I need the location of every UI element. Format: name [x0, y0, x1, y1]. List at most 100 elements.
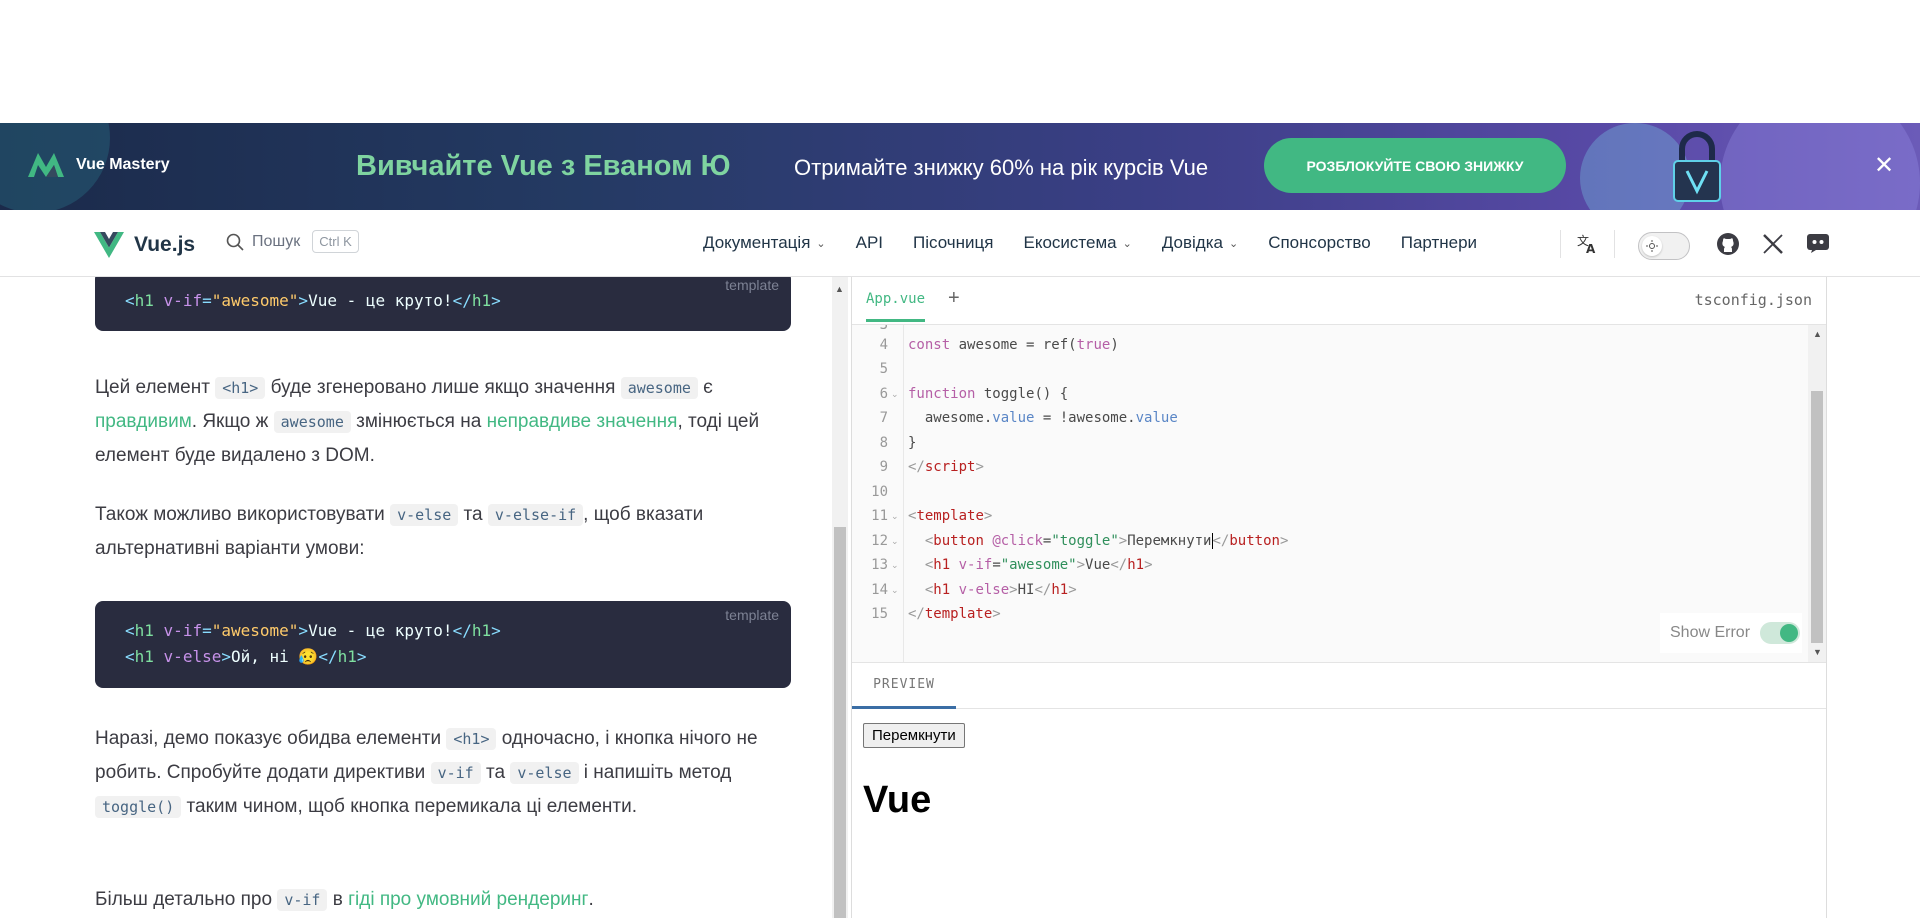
- code-line: <h1 v-if="awesome">Vue</h1>: [924, 557, 1153, 573]
- add-file-button[interactable]: +: [948, 287, 960, 310]
- conditional-rendering-guide-link[interactable]: гіді про умовний рендеринг: [348, 889, 588, 910]
- github-icon[interactable]: [1716, 232, 1740, 261]
- inline-code: awesome: [273, 411, 351, 433]
- truthy-link[interactable]: правдивим: [95, 411, 192, 432]
- nav-item-docs[interactable]: Документація ⌄: [703, 233, 826, 253]
- line-number: 11: [871, 508, 888, 524]
- show-error-label: Show Error: [1670, 624, 1751, 641]
- code-line: awesome.value = !awesome.value: [908, 410, 1178, 426]
- nav-item-sponsor[interactable]: Спонсорство: [1268, 233, 1371, 253]
- chevron-down-icon: ⌄: [1122, 237, 1132, 250]
- line-gutter: 3 4 5 6 ⌄ 7 8 9 10 11 ⌄ 12 ⌄ 13 ⌄ 14 ⌄ 1…: [852, 325, 904, 662]
- nav-divider: [1614, 230, 1615, 258]
- nav-item-label: Довідка: [1161, 233, 1223, 252]
- preview-heading: Vue: [863, 779, 932, 821]
- show-error-control: Show Error: [1660, 613, 1802, 653]
- scroll-up-icon[interactable]: ▲: [1813, 329, 1822, 339]
- line-number: 6: [879, 386, 888, 402]
- scrollbar-thumb[interactable]: [834, 527, 846, 918]
- file-tabs: App.vue + tsconfig.json: [852, 277, 1826, 325]
- code-line: <h1 v-else>HI</h1>: [924, 582, 1077, 598]
- sun-icon: [1642, 236, 1662, 256]
- editor-scrollbar[interactable]: ▲ ▼: [1808, 325, 1826, 662]
- tab-tsconfig[interactable]: tsconfig.json: [1695, 291, 1812, 309]
- line-number: 15: [871, 606, 888, 622]
- code-line: <h1 v-else>Ой, ні 😥</h1>: [125, 647, 367, 666]
- nav-item-ecosystem[interactable]: Екосистема ⌄: [1023, 233, 1131, 253]
- inline-code: v-else-if: [487, 504, 584, 526]
- nav-item-about[interactable]: Довідка ⌄: [1162, 233, 1238, 253]
- code-lang-label: template: [725, 607, 779, 623]
- top-navigation: Vue.js Пошук Ctrl K Документація ⌄ API П…: [0, 210, 1920, 277]
- vue-mastery-logo[interactable]: Vue Mastery: [28, 151, 170, 179]
- toggle-knob: [1780, 624, 1799, 642]
- inline-code: v-if: [430, 762, 481, 784]
- line-number: 13: [871, 557, 888, 573]
- unlock-discount-button[interactable]: РОЗБЛОКУЙТЕ СВОЮ ЗНИЖКУ: [1264, 138, 1566, 193]
- code-editor[interactable]: 3 4 5 6 ⌄ 7 8 9 10 11 ⌄ 12 ⌄ 13 ⌄ 14 ⌄ 1…: [852, 325, 1826, 662]
- line-number: 5: [879, 361, 888, 377]
- line-number: 7: [879, 410, 888, 426]
- line-number: 10: [871, 484, 888, 500]
- preview-toggle-button[interactable]: Перемкнути: [863, 723, 965, 748]
- search-button[interactable]: Пошук Ctrl K: [226, 230, 359, 253]
- inline-code: <h1>: [446, 728, 497, 750]
- chevron-down-icon: ⌄: [816, 237, 826, 250]
- nav-item-partners[interactable]: Партнери: [1401, 233, 1477, 253]
- inline-code: toggle(): [95, 796, 182, 818]
- fold-icon[interactable]: ⌄: [891, 560, 899, 571]
- brand-name: Vue.js: [134, 233, 196, 256]
- nav-menu: Документація ⌄ API Пісочниця Екосистема …: [703, 232, 1507, 254]
- nav-item-playground[interactable]: Пісочниця: [913, 233, 993, 253]
- x-icon[interactable]: [1762, 234, 1784, 259]
- nav-item-api[interactable]: API: [856, 233, 883, 253]
- docs-paragraph: Більш детально про v-if в гіді про умовн…: [95, 889, 594, 911]
- fold-icon[interactable]: ⌄: [891, 389, 899, 400]
- line-number: 4: [879, 337, 888, 353]
- discord-icon[interactable]: [1806, 233, 1830, 258]
- falsy-link[interactable]: неправдиве значення: [487, 411, 678, 432]
- code-block: template <h1 v-if="awesome">Vue - це кру…: [95, 277, 791, 331]
- scroll-up-icon[interactable]: ▲: [835, 284, 844, 294]
- code-lang-label: template: [725, 277, 779, 293]
- vue-mastery-brand: Vue Mastery: [76, 156, 170, 173]
- fold-icon[interactable]: ⌄: [891, 536, 899, 547]
- lock-icon: [1668, 131, 1726, 210]
- banner-subline: Отримайте знижку 60% на рік курсів Vue: [794, 155, 1209, 180]
- vue-home-link[interactable]: Vue.js: [94, 232, 195, 258]
- line-number: 3: [879, 325, 888, 333]
- code-line: <h1 v-if="awesome">Vue - це круто!</h1>: [125, 621, 501, 640]
- inline-code: <h1>: [215, 377, 266, 399]
- show-error-toggle[interactable]: [1760, 622, 1801, 644]
- fold-icon[interactable]: ⌄: [891, 585, 899, 596]
- inline-code: v-else: [510, 762, 579, 784]
- vue-logo-icon: [94, 232, 124, 258]
- docs-paragraph: Також можливо використовувати v-else та …: [95, 504, 704, 559]
- nav-divider: [1560, 230, 1561, 258]
- nav-item-label: Спонсорство: [1268, 233, 1371, 252]
- svg-text:A: A: [1586, 242, 1596, 254]
- theme-toggle-switch[interactable]: [1638, 232, 1690, 260]
- code-line: </script>: [908, 459, 984, 475]
- tab-app-vue[interactable]: App.vue: [866, 291, 926, 322]
- code-playground: App.vue + tsconfig.json 3 4 5 6 ⌄ 7 8 9 …: [851, 277, 1827, 918]
- code-block: template <h1 v-if="awesome">Vue - це кру…: [95, 601, 791, 688]
- code-line: <button @click="toggle">Перемкнути</butt…: [924, 533, 1289, 549]
- tab-preview[interactable]: PREVIEW: [852, 663, 956, 709]
- docs-content: template <h1 v-if="awesome">Vue - це кру…: [0, 277, 832, 918]
- close-icon[interactable]: ✕: [1874, 151, 1894, 180]
- search-icon: [226, 233, 244, 251]
- search-shortcut: Ctrl K: [312, 230, 359, 253]
- scroll-down-icon[interactable]: ▼: [1813, 647, 1822, 657]
- docs-scrollbar[interactable]: ▲: [832, 277, 848, 918]
- scrollbar-thumb[interactable]: [1811, 391, 1823, 643]
- nav-item-label: Пісочниця: [913, 233, 994, 252]
- code-line: const awesome = ref(true): [908, 337, 1119, 353]
- translate-icon[interactable]: 文 A: [1576, 232, 1598, 259]
- code-line: function toggle() {: [908, 386, 1069, 402]
- docs-paragraph: Цей елемент <h1> буде згенеровано лише я…: [95, 377, 760, 466]
- fold-icon[interactable]: ⌄: [891, 511, 899, 522]
- inline-code: v-if: [277, 889, 328, 911]
- promo-banner[interactable]: Vue Mastery Вивчайте Vue з Еваном Ю Отри…: [0, 123, 1920, 210]
- line-number: 9: [879, 459, 888, 475]
